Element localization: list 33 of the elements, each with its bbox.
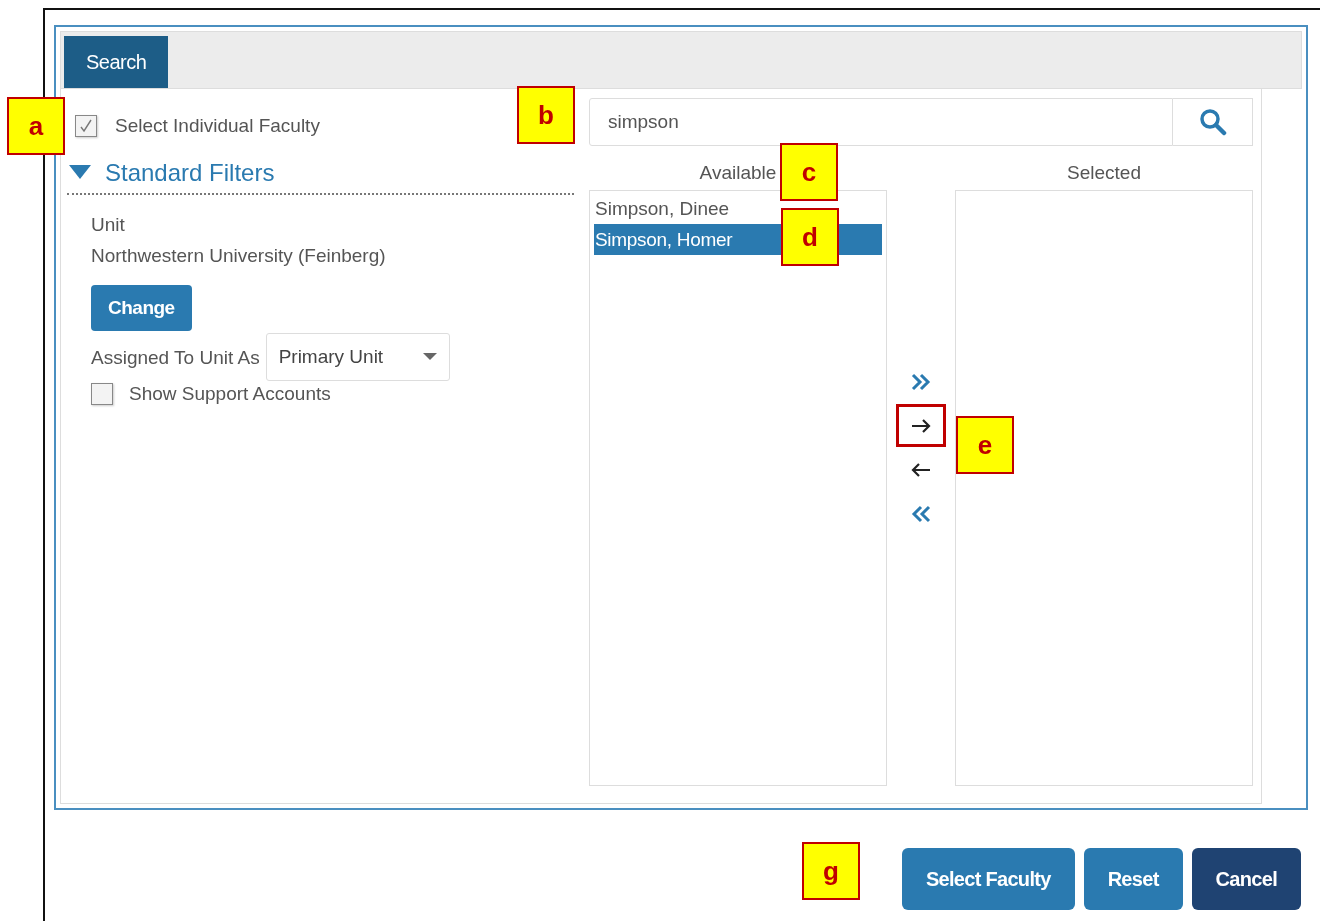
unit-label: Unit — [91, 213, 125, 237]
list-heading: Available — [699, 162, 777, 185]
search-tab[interactable]: Search — [64, 36, 169, 88]
double-chevron-left-icon — [910, 503, 932, 524]
annotation-tooltip: a — [7, 97, 65, 155]
search-button[interactable] — [1173, 98, 1253, 146]
checkbox[interactable] — [91, 383, 113, 405]
list-heading: Selected — [1067, 162, 1141, 185]
checkbox[interactable] — [75, 115, 97, 137]
action-button[interactable]: Reset — [1083, 848, 1183, 910]
arrow-right-icon — [911, 418, 931, 433]
action-button[interactable]: Select Faculty — [901, 848, 1075, 910]
assigned-label: Assigned To Unit As — [91, 345, 260, 370]
search-field[interactable]: simpson — [589, 98, 1173, 146]
unit-dropdown[interactable]: Primary Unit — [265, 333, 450, 381]
search-icon — [1198, 108, 1227, 136]
annotation-tooltip: b — [517, 86, 575, 144]
checkbox-label: Show Support Accounts — [129, 383, 331, 405]
annotation-tooltip: g — [802, 842, 860, 900]
annotation-tooltip: d — [781, 208, 839, 266]
arrow-left-icon — [911, 462, 931, 477]
annotation-tooltip: e — [956, 416, 1014, 474]
annotation-tooltip: c — [780, 143, 838, 201]
action-button[interactable]: Cancel — [1191, 848, 1301, 910]
double-chevron-right-icon — [910, 371, 932, 392]
unit-value: Northwestern University (Feinberg) — [91, 244, 386, 268]
caret-icon — [422, 353, 437, 361]
checkbox-label: Select Individual Faculty — [115, 115, 320, 137]
checkmark-icon — [79, 119, 93, 133]
change-button[interactable]: Change — [91, 285, 192, 331]
section-title: Standard Filters — [105, 159, 275, 187]
add-button[interactable] — [896, 404, 946, 447]
collapse-triangle-icon[interactable] — [69, 165, 91, 181]
